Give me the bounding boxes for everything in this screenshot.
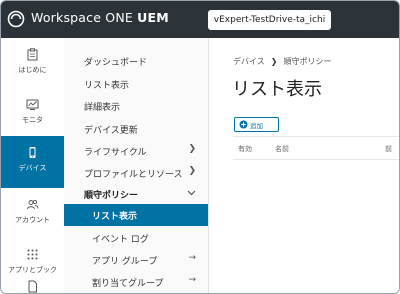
submenu-label: アプリ グループ	[92, 257, 158, 267]
breadcrumb-item-devices[interactable]: デバイス	[233, 57, 265, 66]
submenu-item-dashboard[interactable]: ダッシュボード	[64, 50, 208, 72]
submenu-item-lifecycle[interactable]: ライフサイクル ❯	[64, 140, 208, 162]
breadcrumb-item-compliance-policies[interactable]: 順守ポリシー	[283, 57, 331, 66]
submenu-label: 詳細表示	[84, 103, 121, 113]
nav-label: はじめに	[18, 66, 47, 74]
nav-item-monitor[interactable]: モニタ	[1, 88, 64, 138]
add-button[interactable]: 追加	[234, 117, 279, 132]
organization-group-selector[interactable]: vExpert-TestDrive-ta_ichi	[208, 10, 331, 30]
submenu-label: ライフサイクル	[84, 148, 147, 158]
top-header: Workspace ONE UEM vExpert-TestDrive-ta_i…	[1, 1, 399, 38]
column-header-truncated[interactable]: 前	[385, 144, 392, 154]
apps-grid-icon	[27, 249, 38, 260]
brand-name: Workspace ONE	[31, 10, 133, 25]
page-title: リスト表示	[232, 79, 322, 100]
clipboard-icon	[27, 48, 38, 61]
chevron-down-icon	[187, 190, 196, 196]
submenu-item-list-view[interactable]: リスト表示	[64, 73, 208, 95]
policy-table-header: 有効 名前 前	[233, 136, 399, 160]
nav-item-getting-started[interactable]: はじめに	[1, 38, 64, 88]
brand-title: Workspace ONE UEM	[31, 10, 169, 25]
breadcrumb-separator-icon: ❯	[270, 57, 278, 66]
column-header-active[interactable]: 有効	[238, 144, 252, 154]
submenu-label: デバイス更新	[84, 126, 138, 136]
breadcrumb: デバイス ❯ 順守ポリシー	[233, 56, 331, 67]
add-button-label: 追加	[250, 122, 263, 130]
arrow-right-icon: →	[188, 275, 196, 285]
brand-suffix: UEM	[137, 10, 169, 25]
primary-nav: はじめに モニタ デバイス アカウント アプリとブック	[1, 38, 65, 293]
nav-label: モニタ	[22, 116, 43, 124]
submenu-item-compliance-list-view[interactable]: リスト表示	[64, 204, 208, 226]
column-header-name[interactable]: 名前	[275, 144, 289, 154]
chevron-right-icon: ❯	[188, 144, 196, 154]
device-icon	[29, 147, 36, 158]
plus-circle-icon	[239, 120, 248, 129]
submenu-item-assignment-groups[interactable]: 割り当てグループ →	[64, 271, 208, 293]
submenu-label: リスト表示	[84, 81, 130, 91]
nav-item-accounts[interactable]: アカウント	[1, 188, 64, 238]
workspace-one-logo[interactable]	[7, 10, 25, 28]
main-content: デバイス ❯ 順守ポリシー リスト表示 追加 有効 名前 前	[209, 38, 399, 293]
submenu-item-event-log[interactable]: イベント ログ	[64, 227, 208, 249]
app-window: Workspace ONE UEM vExpert-TestDrive-ta_i…	[0, 0, 400, 294]
nav-label: アカウント	[15, 216, 50, 224]
submenu-item-device-updates[interactable]: デバイス更新	[64, 118, 208, 140]
nav-item-devices[interactable]: デバイス	[1, 136, 64, 188]
submenu-group-compliance-policies[interactable]: 順守ポリシー	[64, 183, 208, 205]
document-icon	[28, 280, 37, 293]
submenu-label: 順守ポリシー	[84, 191, 139, 201]
monitor-icon	[26, 99, 39, 110]
submenu-label: プロファイルとリソース	[84, 170, 183, 180]
submenu-label: リスト表示	[92, 212, 138, 222]
submenu-item-profiles-resources[interactable]: プロファイルとリソース ❯	[64, 162, 208, 184]
nav-item-content[interactable]	[1, 274, 64, 293]
chevron-right-icon: ❯	[188, 166, 196, 176]
users-icon	[27, 199, 39, 210]
submenu-label: 割り当てグループ	[92, 279, 164, 289]
submenu-item-details-view[interactable]: 詳細表示	[64, 95, 208, 117]
nav-label: デバイス	[18, 164, 47, 172]
devices-submenu: ダッシュボード リスト表示 詳細表示 デバイス更新 ライフサイクル ❯ プロファ…	[64, 38, 209, 293]
submenu-label: ダッシュボード	[84, 58, 148, 68]
submenu-label: イベント ログ	[92, 235, 149, 245]
arrow-right-icon: →	[188, 253, 196, 263]
submenu-item-app-groups[interactable]: アプリ グループ →	[64, 249, 208, 271]
